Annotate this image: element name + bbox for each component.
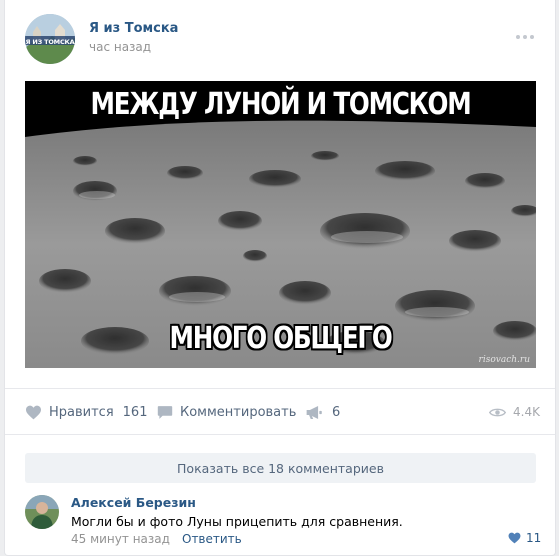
views-count: 4.4K bbox=[513, 405, 540, 419]
comment-author-name[interactable]: Алексей Березин bbox=[71, 495, 196, 510]
heart-icon bbox=[508, 532, 521, 544]
comment-button[interactable]: Комментировать bbox=[157, 403, 296, 421]
post-actions: Нравится 161 Комментировать 6 4.4K bbox=[5, 388, 555, 434]
post-image[interactable]: МЕЖДУ ЛУНОЙ И ТОМСКОМ МНОГО ОБЩЕГО risov… bbox=[25, 81, 536, 368]
heart-icon bbox=[26, 405, 41, 419]
comment-time[interactable]: 45 минут назад bbox=[71, 532, 170, 546]
like-button[interactable]: Нравится 161 bbox=[25, 403, 147, 421]
comment-label: Комментировать bbox=[180, 404, 297, 420]
group-avatar[interactable]: Я ИЗ ТОМСКА bbox=[25, 14, 75, 64]
meme-top-text: МЕЖДУ ЛУНОЙ И ТОМСКОМ bbox=[90, 87, 472, 122]
comment-like-button[interactable]: 11 bbox=[508, 531, 541, 545]
comment-icon bbox=[157, 405, 173, 419]
group-name-link[interactable]: Я из Томска bbox=[89, 21, 178, 36]
comment-text: Могли бы и фото Луны прицепить для сравн… bbox=[71, 514, 403, 529]
share-button[interactable]: 6 bbox=[305, 403, 340, 421]
megaphone-icon bbox=[306, 405, 322, 419]
post-header: Я ИЗ ТОМСКА Я из Томска час назад bbox=[5, 0, 555, 80]
post-time[interactable]: час назад bbox=[89, 40, 151, 54]
eye-icon bbox=[489, 408, 506, 416]
post-card: Я ИЗ ТОМСКА Я из Томска час назад МЕЖДУ … bbox=[4, 0, 556, 556]
like-label: Нравится bbox=[49, 404, 114, 420]
image-watermark: risovach.ru bbox=[478, 355, 530, 365]
more-options-icon[interactable] bbox=[515, 26, 535, 39]
reply-button[interactable]: Ответить bbox=[182, 532, 242, 546]
like-count: 161 bbox=[122, 404, 148, 420]
comment-author-avatar[interactable] bbox=[25, 495, 59, 529]
share-count: 6 bbox=[332, 404, 341, 420]
views-counter: 4.4K bbox=[489, 403, 540, 421]
meme-bottom-text: МНОГО ОБЩЕГО bbox=[169, 321, 392, 356]
comments-section: Показать все 18 комментариев Алексей Бер… bbox=[5, 434, 555, 556]
show-all-comments-button[interactable]: Показать все 18 комментариев bbox=[25, 453, 536, 483]
comment-like-count: 11 bbox=[526, 531, 542, 545]
avatar-label: Я ИЗ ТОМСКА bbox=[25, 38, 75, 46]
